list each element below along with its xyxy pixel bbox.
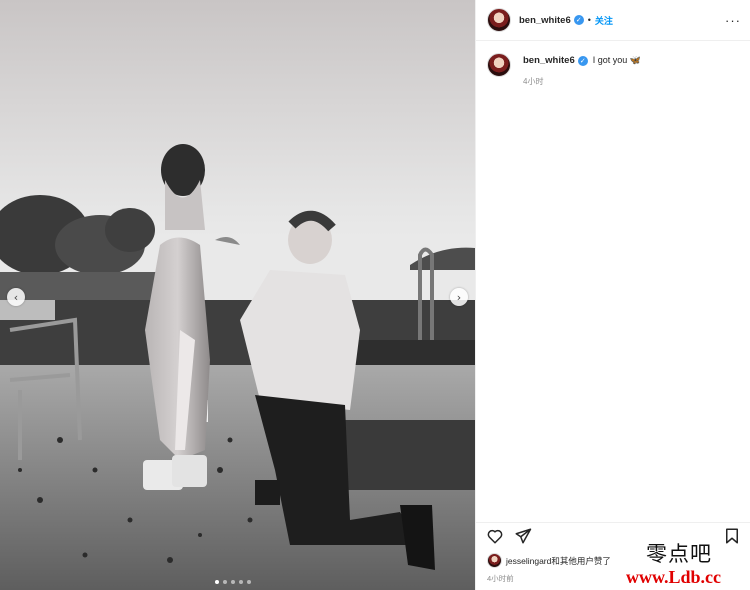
carousel-next-button[interactable]: ›	[450, 288, 468, 306]
post-sidebar: ben_white6 ✓ • 关注 ··· ben_white6 ✓ I got…	[475, 0, 750, 590]
caption-text: I got you 🦋	[592, 55, 641, 65]
verified-badge-icon: ✓	[577, 55, 588, 66]
carousel-prev-button[interactable]: ‹	[7, 288, 25, 306]
carousel-dot	[231, 580, 235, 584]
watermark-text: 零点吧	[646, 542, 712, 566]
more-dots-icon[interactable]: ···	[725, 13, 741, 28]
carousel-dot	[215, 580, 219, 584]
carousel-dot	[223, 580, 227, 584]
likes-summary[interactable]: jesselingard和其他用户赞了	[487, 553, 611, 568]
verified-badge-icon: ✓	[573, 15, 584, 25]
likes-text: jesselingard和其他用户赞了	[506, 555, 611, 566]
watermark-url: www.Ldb.cc	[626, 567, 722, 587]
bookmark-icon[interactable]	[723, 527, 741, 545]
caption-username-link[interactable]: ben_white6	[523, 55, 575, 66]
send-icon[interactable]	[514, 527, 532, 545]
post-timestamp: 4小时前	[487, 574, 514, 583]
username-link[interactable]: ben_white6	[519, 15, 571, 26]
post-photo[interactable]: ‹ ›	[0, 0, 475, 590]
carousel-dot	[247, 580, 251, 584]
caption-timestamp: 4小时	[523, 77, 544, 86]
carousel-dots	[215, 580, 251, 584]
carousel-dot	[239, 580, 243, 584]
separator-dot: •	[587, 15, 591, 25]
caption-avatar[interactable]	[487, 53, 511, 77]
liker-avatar	[487, 553, 502, 568]
caption: ben_white6 ✓ I got you 🦋 4小时	[476, 41, 750, 87]
avatar[interactable]	[487, 8, 511, 32]
follow-button[interactable]: 关注	[595, 14, 613, 27]
post-header: ben_white6 ✓ • 关注 ···	[476, 0, 750, 41]
photo-image	[0, 0, 475, 590]
heart-icon[interactable]	[486, 527, 504, 545]
